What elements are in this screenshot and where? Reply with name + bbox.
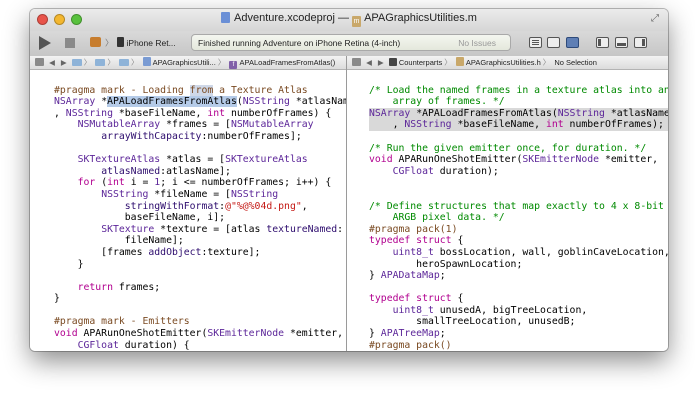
- project-folder-icon[interactable]: [71, 59, 82, 66]
- related-items-icon-right[interactable]: [352, 58, 361, 67]
- project-file-icon: [221, 12, 231, 23]
- jump-bar-right-selection[interactable]: No Selection: [554, 58, 597, 67]
- title-separator: —: [338, 12, 349, 24]
- title-project: Adventure.xcodeproj: [234, 12, 335, 24]
- title-bar: Adventure.xcodeproj — m APAGraphicsUtilit…: [30, 9, 668, 31]
- activity-viewer: Finished running Adventure on iPhone Ret…: [191, 34, 511, 51]
- jump-bar-left-file[interactable]: APAGraphicsUtili...: [153, 58, 216, 67]
- app-target-icon: [90, 37, 101, 47]
- source-file-icon: m: [352, 16, 362, 27]
- counterparts-icon: [388, 58, 397, 66]
- jump-bar-right: ◀ ▶ Counterparts 〉 APAGraphicsUtilities.h 〉…: [347, 56, 668, 70]
- forward-arrow-icon-right[interactable]: ▶: [378, 58, 384, 67]
- scheme-device-label: iPhone Ret...: [126, 38, 176, 48]
- editor-version-icon[interactable]: [566, 37, 579, 48]
- issues-count[interactable]: No Issues: [458, 35, 496, 52]
- group-folder-icon[interactable]: [95, 59, 106, 66]
- navigator-toggle-icon[interactable]: [596, 37, 609, 48]
- related-items-icon[interactable]: [35, 58, 44, 67]
- jump-bar-left: ◀ ▶ 〉 〉 〉 APAGraphicsUtili... 〉 f APALoadF…: [30, 56, 346, 70]
- editor-standard-icon[interactable]: [529, 37, 542, 48]
- editor-assistant-icon[interactable]: [547, 37, 560, 48]
- window-title: Adventure.xcodeproj — m APAGraphicsUtilit…: [30, 12, 668, 27]
- debug-toggle-icon[interactable]: [615, 37, 628, 48]
- forward-arrow-icon[interactable]: ▶: [61, 58, 67, 67]
- title-file: APAGraphicsUtilities.m: [364, 12, 477, 24]
- jump-bar-right-file[interactable]: APAGraphicsUtilities.h: [466, 58, 541, 67]
- implementation-file-icon: [142, 57, 151, 66]
- xcode-window: Adventure.xcodeproj — m APAGraphicsUtilit…: [30, 9, 668, 351]
- source-code-m[interactable]: #pragma mark - Loading from a Texture At…: [30, 71, 346, 351]
- primary-editor[interactable]: #pragma mark - Loading from a Texture At…: [30, 71, 346, 351]
- back-arrow-icon[interactable]: ◀: [49, 58, 55, 67]
- source-code-h[interactable]: /* Load the named frames in a texture at…: [347, 71, 668, 351]
- device-icon: [116, 37, 124, 47]
- scheme-selector[interactable]: 〉 iPhone Ret...: [90, 36, 190, 51]
- stop-icon[interactable]: [65, 38, 75, 48]
- jump-bar-left-symbol[interactable]: APALoadFramesFromAtlas(): [240, 58, 336, 67]
- function-icon: f: [229, 61, 238, 69]
- scheme-separator: 〉: [105, 38, 114, 48]
- run-icon[interactable]: [39, 36, 51, 50]
- back-arrow-icon-right[interactable]: ◀: [366, 58, 372, 67]
- toolbar: 〉 iPhone Ret... Finished running Adventur…: [30, 31, 668, 57]
- utilities-toggle-icon[interactable]: [634, 37, 647, 48]
- assistant-editor[interactable]: /* Load the named frames in a texture at…: [347, 71, 668, 351]
- subgroup-folder-icon[interactable]: [118, 59, 129, 66]
- counterparts-label[interactable]: Counterparts: [399, 58, 442, 67]
- fullscreen-icon[interactable]: ⤢: [651, 13, 662, 24]
- activity-message: Finished running Adventure on iPhone Ret…: [198, 38, 401, 48]
- header-file-icon: [455, 57, 464, 66]
